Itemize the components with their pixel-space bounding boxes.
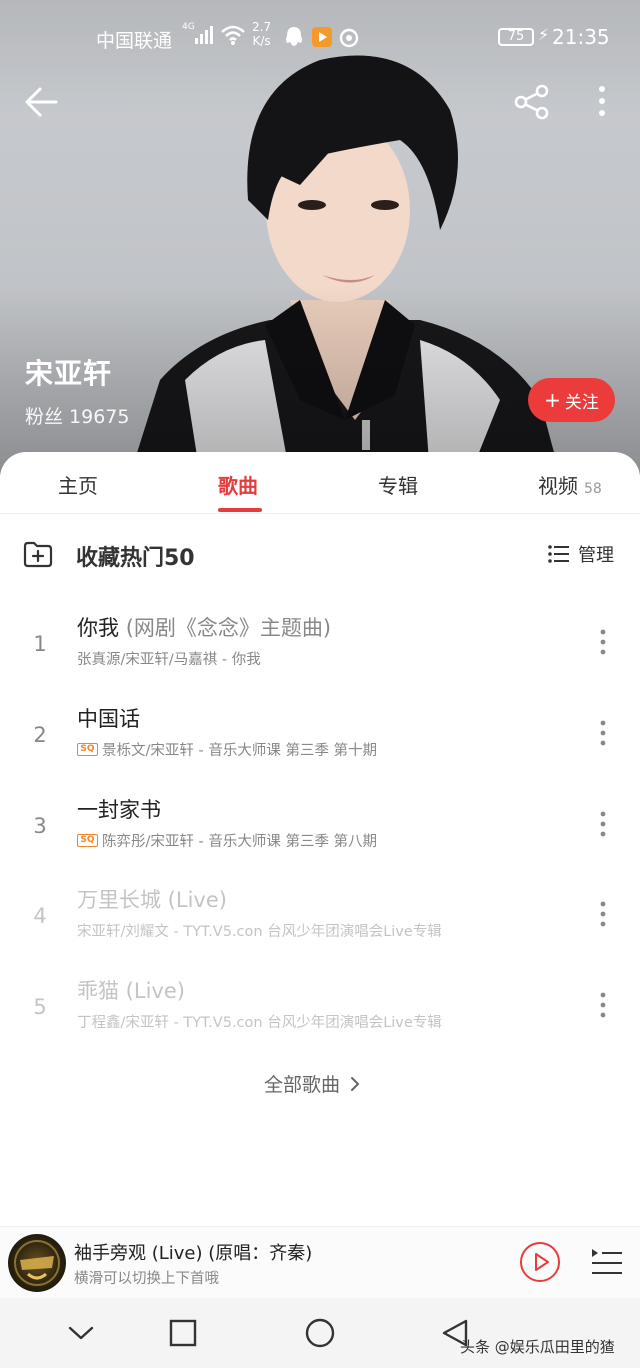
- tab-label: 专辑: [378, 474, 418, 498]
- qq-icon: [286, 27, 302, 46]
- artist-name: 宋亚轩: [25, 357, 113, 390]
- net-speed-unit: K/s: [252, 34, 271, 48]
- all-songs-label: 全部歌曲: [264, 1074, 341, 1096]
- wifi-icon: [221, 25, 245, 45]
- plus-icon: +: [544, 388, 561, 412]
- now-playing-hint: 横滑可以切换上下首哦: [74, 1271, 219, 1287]
- network-type-label: 4G: [182, 22, 195, 32]
- carrier-label: 中国联通: [96, 30, 173, 52]
- song-subtitle: SQ 陈弈彤/宋亚轩 - 音乐大师课 第三季 第八期: [77, 830, 377, 851]
- chevron-right-icon: [351, 1076, 360, 1091]
- song-title-text: 乖猫 (Live): [77, 979, 185, 1003]
- album-cover[interactable]: [8, 1234, 66, 1292]
- add-to-folder-icon[interactable]: [22, 538, 54, 570]
- system-nav-bar: [0, 1298, 640, 1368]
- song-subtitle-text: 丁程鑫/宋亚轩 - TYT.V5.con 台风少年团演唱会Live专辑: [77, 1015, 442, 1031]
- tab-songs[interactable]: 歌曲: [218, 470, 258, 499]
- song-title: 你我 (网剧《念念》主题曲): [77, 612, 331, 642]
- net-speed: 2.7 K/s: [252, 20, 271, 48]
- song-subtitle-text: 景栎文/宋亚轩 - 音乐大师课 第三季 第十期: [102, 743, 378, 759]
- song-subtitle-text: 宋亚轩/刘耀文 - TYT.V5.con 台风少年团演唱会Live专辑: [77, 924, 442, 940]
- song-subtitle-text: 陈弈彤/宋亚轩 - 音乐大师课 第三季 第八期: [102, 834, 378, 850]
- chevron-down-icon[interactable]: [64, 1316, 98, 1350]
- song-subtitle: 张真源/宋亚轩/马嘉祺 - 你我: [77, 648, 261, 669]
- song-title-text: 你我: [77, 616, 119, 640]
- song-title: 一封家书: [77, 794, 161, 824]
- play-icon[interactable]: [519, 1241, 561, 1283]
- manage-button[interactable]: 管理: [548, 541, 614, 567]
- tab-label: 歌曲: [218, 474, 258, 498]
- sq-quality-badge: SQ: [77, 743, 98, 756]
- more-vertical-icon[interactable]: [592, 626, 614, 662]
- follow-button[interactable]: + 关注: [528, 378, 615, 422]
- song-subtitle: 丁程鑫/宋亚轩 - TYT.V5.con 台风少年团演唱会Live专辑: [77, 1011, 442, 1032]
- tab-video-count: 58: [584, 481, 602, 497]
- more-vertical-icon[interactable]: [592, 717, 614, 753]
- more-vertical-icon[interactable]: [592, 989, 614, 1025]
- mini-player[interactable]: 袖手旁观 (Live) (原唱：齐秦) 横滑可以切换上下首哦: [0, 1226, 640, 1298]
- song-subtitle: 宋亚轩/刘耀文 - TYT.V5.con 台风少年团演唱会Live专辑: [77, 920, 442, 941]
- song-subtitle: SQ 景栎文/宋亚轩 - 音乐大师课 第三季 第十期: [77, 739, 377, 760]
- tab-videos[interactable]: 视频 58: [538, 470, 602, 499]
- collect-top-songs[interactable]: 收藏热门50: [76, 540, 195, 572]
- song-title: 乖猫 (Live): [77, 975, 185, 1005]
- tab-home[interactable]: 主页: [58, 470, 98, 499]
- song-index: 2: [33, 723, 47, 747]
- net-speed-value: 2.7: [252, 20, 272, 34]
- song-title-text: 万里长城 (Live): [77, 888, 227, 912]
- active-tab-indicator: [218, 508, 262, 512]
- list-icon: [548, 545, 569, 563]
- song-row[interactable]: 3 一封家书 SQ 陈弈彤/宋亚轩 - 音乐大师课 第三季 第八期: [0, 790, 640, 880]
- video-app-icon: [312, 27, 332, 47]
- song-title-text: 一封家书: [77, 798, 161, 822]
- status-bar: 中国联通 4G 2.7 K/s 75 ⚡ 21:35: [0, 18, 640, 58]
- fans-count: 粉丝 19675: [25, 406, 130, 428]
- more-vertical-icon[interactable]: [584, 82, 620, 122]
- signal-icon: [195, 26, 213, 44]
- tab-label: 主页: [58, 474, 98, 498]
- song-row[interactable]: 5 乖猫 (Live) 丁程鑫/宋亚轩 - TYT.V5.con 台风少年团演唱…: [0, 971, 640, 1061]
- playlist-icon[interactable]: [588, 1245, 624, 1281]
- song-index: 4: [33, 904, 47, 928]
- song-title-extra: (网剧《念念》主题曲): [125, 616, 332, 640]
- song-title: 万里长城 (Live): [77, 884, 227, 914]
- song-title-text: 中国话: [77, 707, 140, 731]
- watermark: 头条 @娱乐瓜田里的猹: [460, 1338, 615, 1356]
- song-index: 5: [33, 995, 47, 1019]
- now-playing-title[interactable]: 袖手旁观 (Live) (原唱：齐秦): [74, 1239, 312, 1265]
- song-row[interactable]: 2 中国话 SQ 景栎文/宋亚轩 - 音乐大师课 第三季 第十期: [0, 699, 640, 789]
- charging-icon: ⚡: [538, 25, 550, 44]
- manage-label: 管理: [578, 545, 614, 566]
- more-vertical-icon[interactable]: [592, 808, 614, 844]
- clock: 21:35: [552, 25, 610, 49]
- back-arrow-icon[interactable]: [22, 82, 62, 122]
- sq-quality-badge: SQ: [77, 834, 98, 847]
- tab-bar: 主页 歌曲 专辑 视频 58: [0, 452, 640, 514]
- song-subtitle-text: 张真源/宋亚轩/马嘉祺 - 你我: [77, 652, 261, 668]
- battery-indicator: 75: [498, 28, 534, 46]
- song-index: 1: [33, 632, 47, 656]
- song-row[interactable]: 4 万里长城 (Live) 宋亚轩/刘耀文 - TYT.V5.con 台风少年团…: [0, 880, 640, 970]
- song-title: 中国话: [77, 703, 140, 733]
- song-row[interactable]: 1 你我 (网剧《念念》主题曲) 张真源/宋亚轩/马嘉祺 - 你我: [0, 608, 640, 698]
- tab-albums[interactable]: 专辑: [378, 470, 418, 499]
- tab-label: 视频: [538, 474, 578, 498]
- share-icon[interactable]: [512, 82, 552, 122]
- all-songs-link[interactable]: 全部歌曲: [264, 1070, 360, 1097]
- recent-apps-icon[interactable]: [166, 1316, 200, 1350]
- home-icon[interactable]: [303, 1316, 337, 1350]
- artist-hero: 中国联通 4G 2.7 K/s 75 ⚡ 21:35 宋亚轩 粉丝 19675 …: [0, 0, 640, 475]
- follow-button-label: 关注: [564, 392, 599, 413]
- album-art: [14, 1240, 60, 1286]
- netease-music-icon: [339, 28, 359, 48]
- song-index: 3: [33, 814, 47, 838]
- more-vertical-icon[interactable]: [592, 898, 614, 934]
